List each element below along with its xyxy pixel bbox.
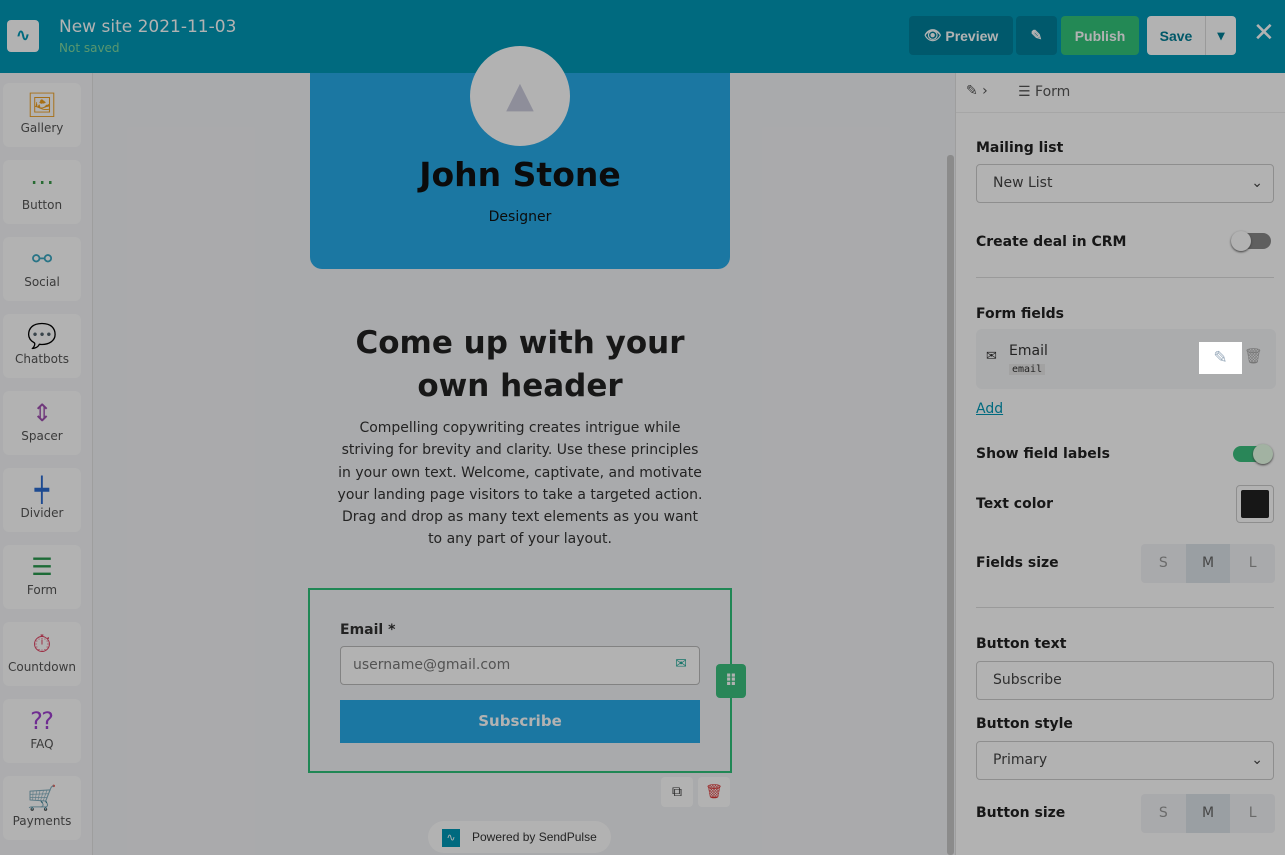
tour-overlay [0,0,1285,855]
edit-field-pencil-icon[interactable]: ✎ [1199,342,1242,374]
